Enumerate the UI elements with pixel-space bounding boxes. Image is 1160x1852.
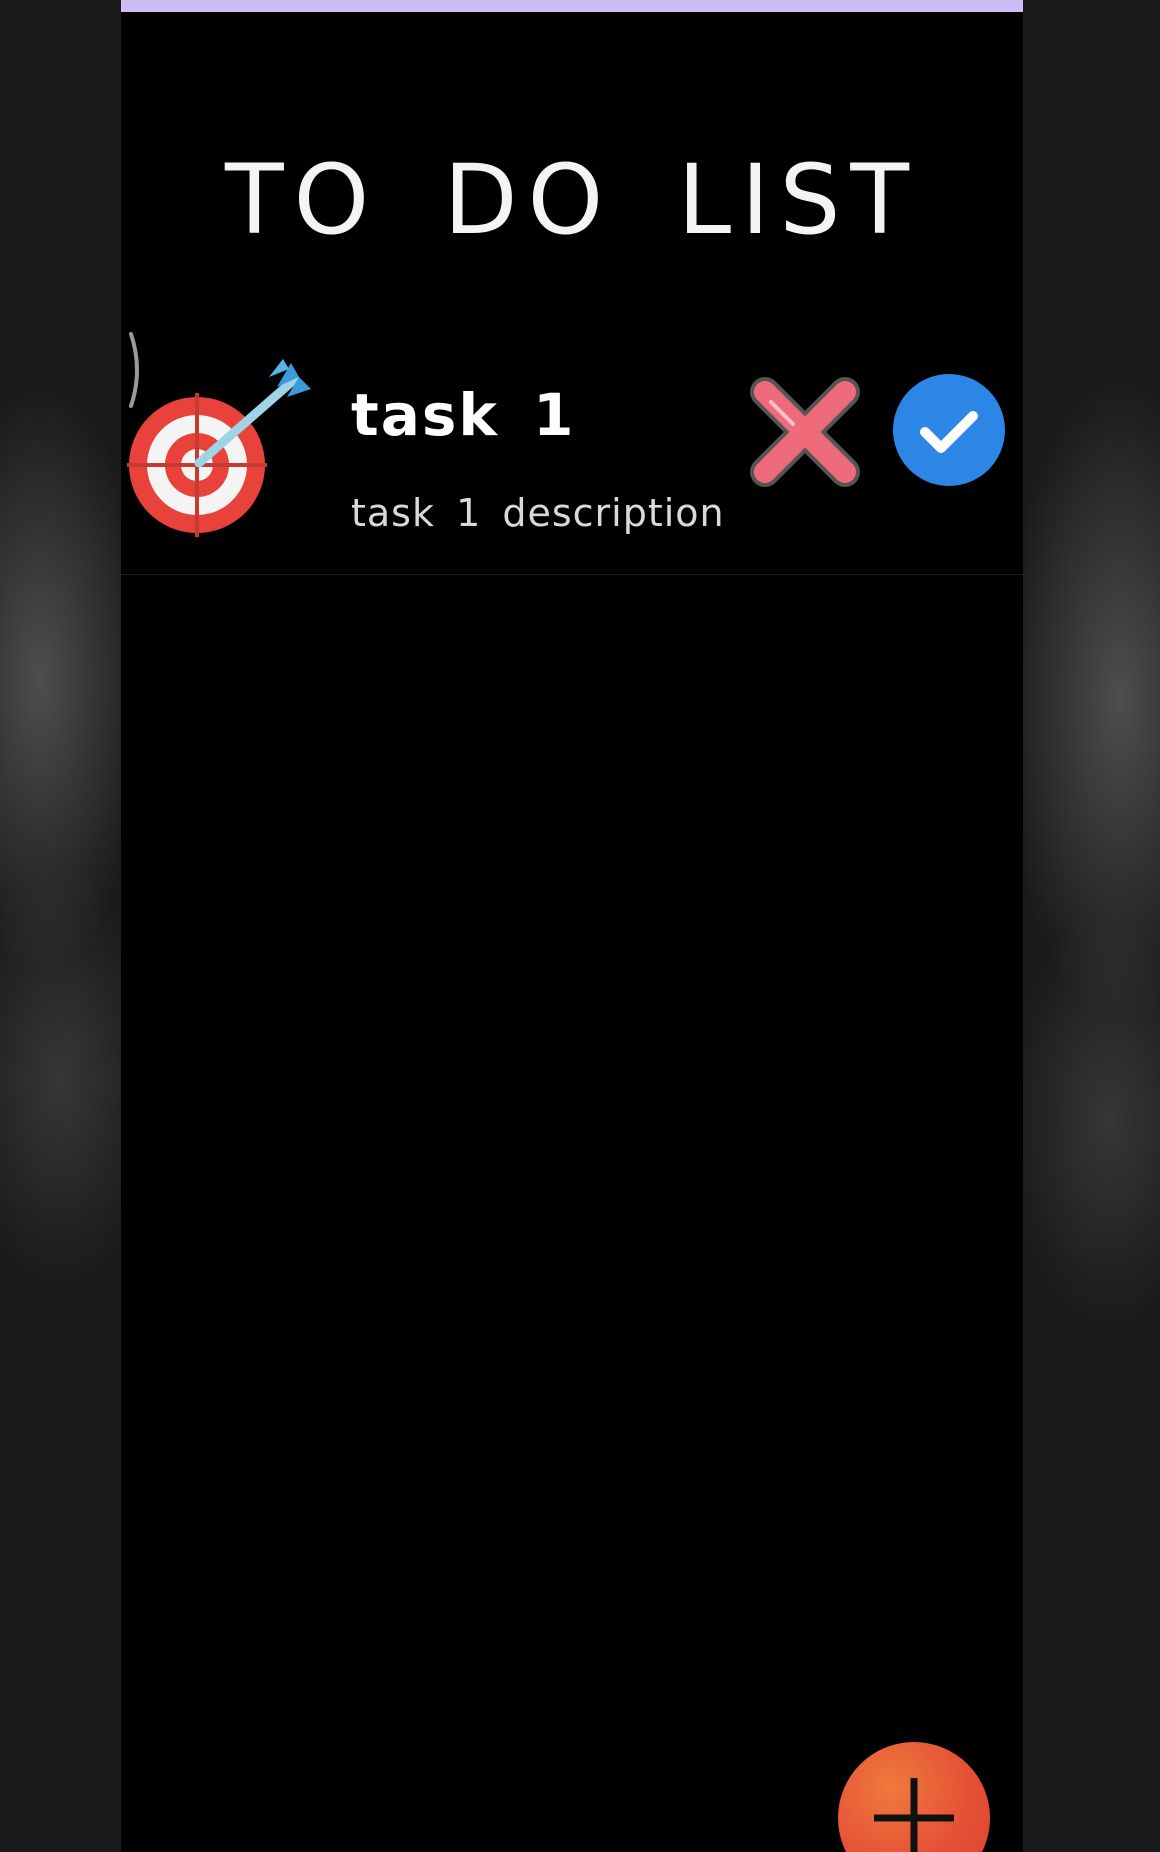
plus-icon xyxy=(874,1778,954,1852)
app-screen: TO DO LIST task 1 task 1 description xyxy=(121,0,1023,1852)
task-description: task 1 description xyxy=(351,491,725,535)
checkmark-circle-icon xyxy=(893,374,1005,486)
task-title: task 1 xyxy=(351,381,576,449)
page-title: TO DO LIST xyxy=(224,144,920,256)
target-dart-icon xyxy=(127,359,311,537)
delete-task-button[interactable] xyxy=(745,372,865,492)
add-task-button[interactable] xyxy=(838,1742,990,1852)
status-bar xyxy=(121,0,1023,12)
complete-task-button[interactable] xyxy=(891,372,1007,488)
list-divider xyxy=(121,574,1023,575)
close-x-icon xyxy=(750,377,860,487)
